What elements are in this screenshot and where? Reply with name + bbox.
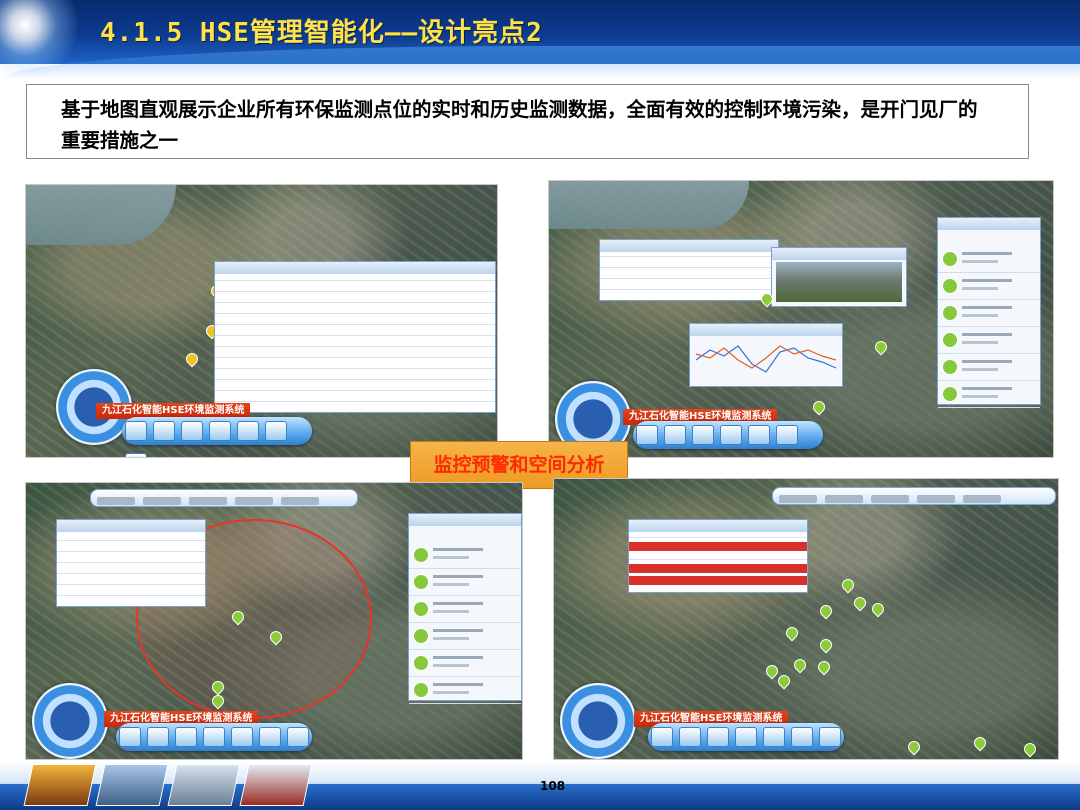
tool-icon[interactable] [209,421,231,441]
alarm-row[interactable] [629,576,807,585]
info-table [57,532,205,606]
toolbar [122,417,312,457]
panel-titlebar [409,514,521,526]
tool-icon[interactable] [791,727,813,747]
map-tab-bar[interactable] [772,487,1056,505]
system-logo-icon [32,683,108,759]
tool-icon[interactable] [679,727,701,747]
point-icon [942,305,958,321]
panel-titlebar [938,218,1040,230]
list-item[interactable] [409,677,521,704]
point-icon [942,386,958,402]
tool-icon[interactable] [259,727,281,747]
tool-icon[interactable] [181,421,203,441]
tool-icon[interactable] [748,425,770,445]
point-icon [942,332,958,348]
list-item[interactable] [409,569,521,596]
tool-icon[interactable] [175,727,197,747]
slide-title: 4.1.5 HSE管理智能化——设计亮点2 [100,18,543,48]
panel-titlebar [629,520,807,532]
tool-icon[interactable] [776,425,798,445]
system-logo-icon [560,683,636,759]
description-text: 基于地图直观展示企业所有环保监测点位的实时和历史监测数据，全面有效的控制环境污染… [61,98,978,152]
point-icon [413,574,429,590]
site-photo-panel [771,247,907,307]
point-icon [413,601,429,617]
point-icon [413,628,429,644]
point-icon [942,251,958,267]
tool-icon[interactable] [720,425,742,445]
site-photo [776,262,902,302]
screenshot-bottom-left: 九江石化智能HSE环境监测系统 [25,482,523,760]
tool-icon[interactable] [231,727,253,747]
panel-titlebar [215,262,495,274]
point-icon [413,655,429,671]
tool-icon[interactable] [763,727,785,747]
list-item[interactable] [938,273,1040,300]
map-tab-bar[interactable] [90,489,358,507]
tool-icon[interactable] [735,727,757,747]
tool-icon[interactable] [125,453,147,457]
point-info-panel [56,519,206,607]
list-item[interactable] [938,300,1040,327]
point-list [938,246,1040,408]
point-info-panel [599,239,779,301]
data-table [215,274,495,412]
page-number: 108 [540,779,566,793]
tool-icon[interactable] [265,421,287,441]
description-box: 基于地图直观展示企业所有环保监测点位的实时和历史监测数据，全面有效的控制环境污染… [26,84,1029,159]
list-item[interactable] [938,327,1040,354]
tool-icon[interactable] [147,727,169,747]
tool-icon[interactable] [636,425,658,445]
alarm-row[interactable] [629,542,807,551]
tool-icon[interactable] [153,421,175,441]
tool-icon[interactable] [692,425,714,445]
tool-icon[interactable] [651,727,673,747]
tool-icon[interactable] [819,727,841,747]
trend-chart [695,345,837,373]
point-icon [942,278,958,294]
point-icon [942,359,958,375]
list-item[interactable] [938,246,1040,273]
trend-chart-panel [689,323,843,387]
screenshot-bottom-right: 九江石化智能HSE环境监测系统 [553,478,1059,760]
data-query-panel [214,261,496,413]
footer-photo [239,764,313,806]
alarm-row[interactable] [629,564,807,573]
panel-titlebar [690,324,842,336]
point-icon [413,682,429,698]
info-table [600,252,778,300]
alarm-list-panel [408,513,522,704]
list-item[interactable] [938,381,1040,408]
footer-photo [95,764,169,806]
toolbar [633,421,823,449]
tool-icon[interactable] [636,457,658,458]
footer-photo [23,764,97,806]
tool-icon[interactable] [203,727,225,747]
tool-icon[interactable] [664,425,686,445]
footer-photo [167,764,241,806]
list-item[interactable] [409,623,521,650]
monitor-point-list [937,217,1041,408]
screenshot-top-left: 九江石化智能HSE环境监测系统 [25,184,498,458]
list-item[interactable] [409,542,521,569]
screenshot-top-right: 九江石化智能HSE环境监测系统 [548,180,1054,458]
river-area [549,181,749,229]
tool-icon[interactable] [237,421,259,441]
point-list [409,542,521,704]
toolbar [116,723,312,751]
list-item[interactable] [409,650,521,677]
tool-icon[interactable] [287,727,309,747]
point-icon [413,547,429,563]
list-item[interactable] [409,596,521,623]
toolbar [648,723,844,751]
panel-titlebar [57,520,205,532]
panel-titlebar [600,240,778,252]
tool-icon[interactable] [125,421,147,441]
tool-icon[interactable] [707,727,729,747]
list-item[interactable] [938,354,1040,381]
tool-icon[interactable] [119,727,141,747]
panel-titlebar [772,248,906,260]
alarm-table-panel [628,519,808,593]
